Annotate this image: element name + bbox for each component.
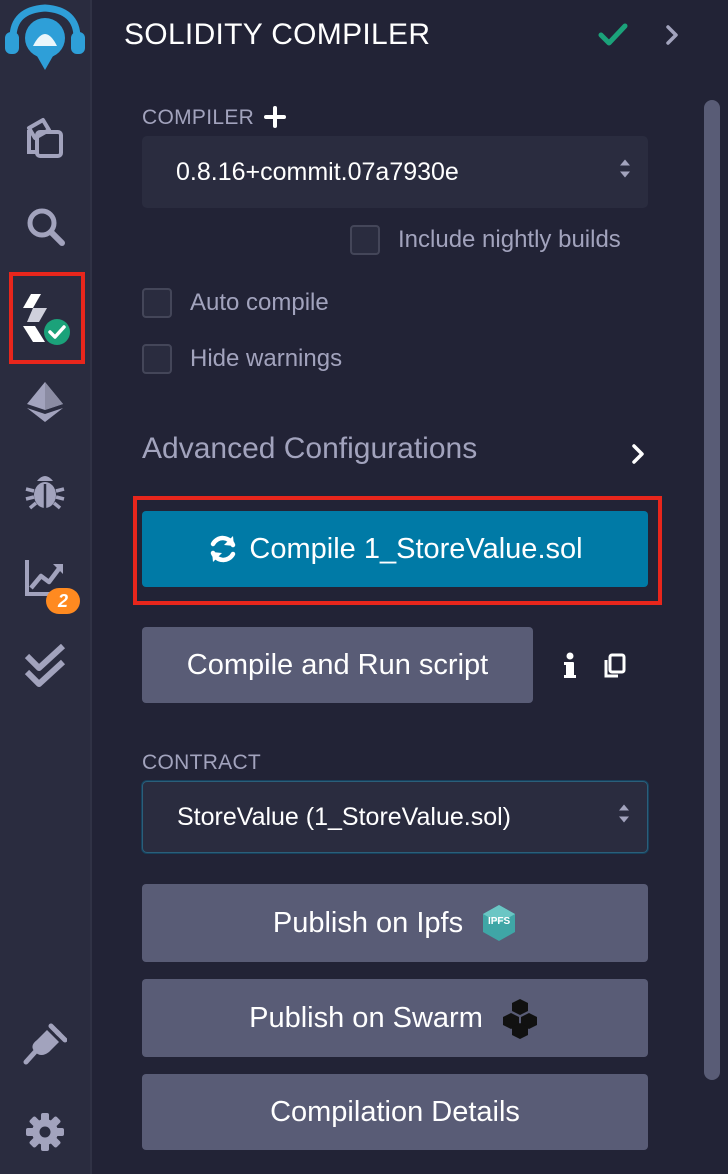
hide-warnings-checkbox[interactable] bbox=[142, 344, 172, 374]
remix-logo-icon[interactable] bbox=[0, 2, 90, 72]
compiled-check-icon bbox=[598, 22, 628, 53]
add-compiler-icon[interactable] bbox=[264, 106, 286, 133]
chevron-right-icon[interactable] bbox=[630, 442, 646, 471]
unit-testing-icon[interactable] bbox=[0, 634, 90, 698]
copy-icon[interactable] bbox=[603, 653, 627, 684]
file-explorer-icon[interactable] bbox=[0, 106, 90, 170]
ipfs-logo-text: IPFS bbox=[487, 916, 511, 927]
compilation-details-label: Compilation Details bbox=[270, 1095, 520, 1128]
contract-select[interactable]: StoreValue (1_StoreValue.sol) bbox=[142, 781, 648, 853]
deploy-run-icon[interactable] bbox=[0, 370, 90, 434]
compile-button[interactable]: Compile 1_StoreValue.sol bbox=[142, 511, 648, 587]
panel-title: SOLIDITY COMPILER bbox=[124, 18, 431, 51]
analysis-badge: 2 bbox=[46, 588, 80, 614]
chevron-right-icon[interactable] bbox=[664, 24, 680, 51]
auto-compile-label: Auto compile bbox=[190, 289, 329, 316]
compiler-label: COMPILER bbox=[142, 106, 255, 129]
ipfs-logo-icon: IPFS bbox=[481, 904, 517, 942]
contract-selected-value: StoreValue (1_StoreValue.sol) bbox=[177, 802, 511, 831]
publish-swarm-label: Publish on Swarm bbox=[249, 1001, 483, 1034]
hide-warnings-label: Hide warnings bbox=[190, 345, 343, 372]
compiler-icon-highlight bbox=[9, 272, 85, 364]
hide-warnings-option[interactable]: Hide warnings bbox=[142, 344, 342, 374]
compiler-version-select[interactable]: 0.8.16+commit.07a7930e bbox=[142, 136, 648, 208]
icon-sidebar bbox=[0, 0, 92, 1174]
contract-label: CONTRACT bbox=[142, 751, 262, 774]
nightly-builds-checkbox[interactable] bbox=[350, 225, 380, 255]
auto-compile-checkbox[interactable] bbox=[142, 288, 172, 318]
advanced-configurations-toggle[interactable]: Advanced Configurations bbox=[142, 432, 477, 466]
compiler-version-value: 0.8.16+commit.07a7930e bbox=[176, 157, 459, 186]
compile-and-run-label: Compile and Run script bbox=[186, 648, 489, 681]
select-arrows-icon bbox=[617, 801, 631, 834]
info-icon[interactable] bbox=[562, 652, 578, 685]
refresh-icon bbox=[207, 533, 239, 565]
compile-button-label: Compile 1_StoreValue.sol bbox=[249, 532, 583, 565]
nightly-builds-option[interactable]: Include nightly builds bbox=[350, 225, 621, 255]
scrollbar-thumb[interactable] bbox=[704, 100, 720, 1080]
select-arrows-icon bbox=[618, 156, 632, 189]
swarm-logo-icon bbox=[499, 997, 541, 1039]
publish-ipfs-label: Publish on Ipfs bbox=[272, 906, 464, 939]
plugin-manager-icon[interactable] bbox=[0, 1012, 90, 1076]
debugger-icon[interactable] bbox=[0, 458, 90, 522]
publish-ipfs-button[interactable]: Publish on Ipfs IPFS bbox=[142, 884, 648, 962]
publish-swarm-button[interactable]: Publish on Swarm bbox=[142, 979, 648, 1057]
auto-compile-option[interactable]: Auto compile bbox=[142, 288, 329, 318]
compile-and-run-button[interactable]: Compile and Run script bbox=[142, 627, 533, 703]
nightly-builds-label: Include nightly builds bbox=[398, 226, 621, 253]
search-icon[interactable] bbox=[0, 194, 90, 258]
compilation-details-button[interactable]: Compilation Details bbox=[142, 1074, 648, 1150]
settings-icon[interactable] bbox=[0, 1100, 90, 1164]
